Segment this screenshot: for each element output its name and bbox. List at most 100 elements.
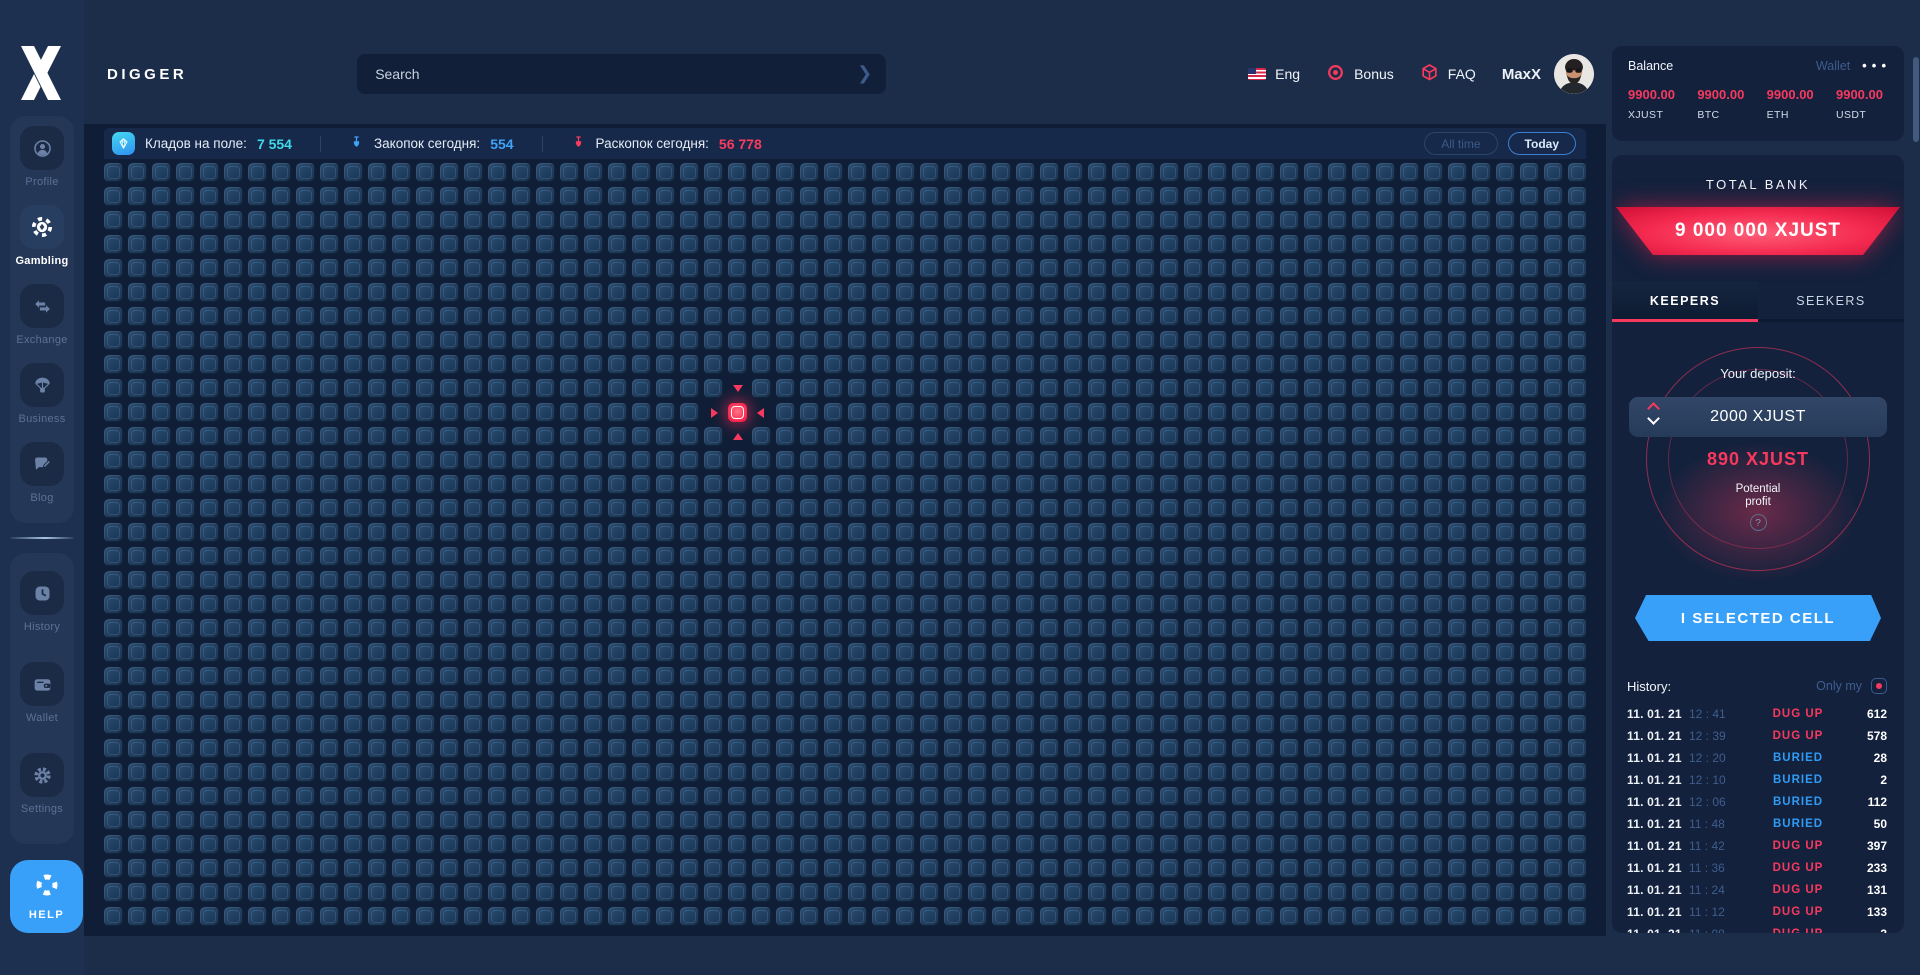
grid-cell[interactable] — [1088, 883, 1107, 902]
grid-cell[interactable] — [152, 499, 171, 518]
grid-cell[interactable] — [512, 451, 531, 470]
faq-link[interactable]: FAQ — [1420, 63, 1476, 85]
grid-cell[interactable] — [416, 499, 435, 518]
grid-cell[interactable] — [1040, 259, 1059, 278]
grid-cell[interactable] — [272, 811, 291, 830]
grid-cell[interactable] — [944, 259, 963, 278]
grid-cell[interactable] — [800, 259, 819, 278]
grid-cell[interactable] — [776, 403, 795, 422]
grid-cell[interactable] — [416, 787, 435, 806]
grid-cell[interactable] — [320, 811, 339, 830]
grid-cell[interactable] — [752, 499, 771, 518]
grid-cell[interactable] — [872, 163, 891, 182]
grid-cell[interactable] — [392, 235, 411, 254]
grid-cell[interactable] — [344, 451, 363, 470]
grid-cell[interactable] — [1016, 835, 1035, 854]
grid-cell[interactable] — [1184, 835, 1203, 854]
grid-cell[interactable] — [392, 595, 411, 614]
grid-cell[interactable] — [1040, 235, 1059, 254]
grid-cell[interactable] — [1376, 451, 1395, 470]
grid-cell[interactable] — [1040, 283, 1059, 302]
grid-cell[interactable] — [368, 787, 387, 806]
grid-cell[interactable] — [272, 739, 291, 758]
grid-cell[interactable] — [464, 595, 483, 614]
grid-cell[interactable] — [632, 571, 651, 590]
grid-cell[interactable] — [1208, 811, 1227, 830]
grid-cell[interactable] — [1424, 811, 1443, 830]
grid-cell[interactable] — [1400, 859, 1419, 878]
grid-cell[interactable] — [728, 763, 747, 782]
grid-cell[interactable] — [824, 883, 843, 902]
grid-cell[interactable] — [776, 763, 795, 782]
grid-cell[interactable] — [968, 667, 987, 686]
grid-cell[interactable] — [368, 643, 387, 662]
grid-cell[interactable] — [320, 739, 339, 758]
grid-cell[interactable] — [200, 499, 219, 518]
grid-cell[interactable] — [176, 907, 195, 926]
grid-cell[interactable] — [1184, 235, 1203, 254]
grid-cell[interactable] — [392, 475, 411, 494]
grid-cell[interactable] — [1376, 595, 1395, 614]
grid-cell[interactable] — [920, 499, 939, 518]
grid-cell[interactable] — [824, 595, 843, 614]
grid-cell[interactable] — [1304, 691, 1323, 710]
grid-cell[interactable] — [1160, 211, 1179, 230]
grid-cell[interactable] — [1400, 259, 1419, 278]
grid-cell[interactable] — [944, 883, 963, 902]
grid-cell[interactable] — [656, 547, 675, 566]
grid-cell[interactable] — [752, 379, 771, 398]
grid-cell[interactable] — [1232, 307, 1251, 326]
grid-cell[interactable] — [1472, 331, 1491, 350]
grid-cell[interactable] — [896, 715, 915, 734]
grid-cell[interactable] — [584, 667, 603, 686]
grid-cell[interactable] — [800, 571, 819, 590]
grid-cell[interactable] — [272, 595, 291, 614]
grid-cell[interactable] — [296, 667, 315, 686]
grid-cell[interactable] — [896, 595, 915, 614]
grid-cell[interactable] — [392, 355, 411, 374]
grid-cell[interactable] — [896, 499, 915, 518]
grid-cell[interactable] — [512, 523, 531, 542]
grid-cell[interactable] — [800, 451, 819, 470]
grid-cell[interactable] — [752, 547, 771, 566]
grid-cell[interactable] — [1496, 379, 1515, 398]
grid-cell[interactable] — [1496, 451, 1515, 470]
grid-cell[interactable] — [1184, 547, 1203, 566]
grid-cell[interactable] — [536, 307, 555, 326]
grid-cell[interactable] — [464, 211, 483, 230]
grid-cell[interactable] — [128, 763, 147, 782]
grid-cell[interactable] — [440, 859, 459, 878]
grid-cell[interactable] — [320, 547, 339, 566]
grid-cell[interactable] — [368, 907, 387, 926]
grid-cell[interactable] — [800, 307, 819, 326]
grid-cell[interactable] — [248, 163, 267, 182]
grid-cell[interactable] — [632, 307, 651, 326]
grid-cell[interactable] — [920, 283, 939, 302]
grid-cell[interactable] — [320, 619, 339, 638]
grid-cell[interactable] — [1424, 259, 1443, 278]
grid-cell[interactable] — [536, 475, 555, 494]
grid-cell[interactable] — [1328, 427, 1347, 446]
grid-cell[interactable] — [176, 475, 195, 494]
grid-cell[interactable] — [608, 163, 627, 182]
grid-cell[interactable] — [1448, 187, 1467, 206]
grid-cell[interactable] — [1280, 355, 1299, 374]
grid-cell[interactable] — [824, 667, 843, 686]
grid-cell[interactable] — [1496, 787, 1515, 806]
sidebar-item-exchange[interactable]: Exchange — [10, 284, 74, 346]
grid-cell[interactable] — [1184, 499, 1203, 518]
grid-cell[interactable] — [248, 331, 267, 350]
grid-cell[interactable] — [1352, 307, 1371, 326]
grid-cell[interactable] — [656, 811, 675, 830]
grid-cell[interactable] — [512, 235, 531, 254]
sidebar-item-history[interactable]: History — [10, 571, 74, 633]
grid-cell[interactable] — [704, 595, 723, 614]
grid-cell[interactable] — [464, 163, 483, 182]
grid-cell[interactable] — [1016, 883, 1035, 902]
user-avatar[interactable] — [1554, 54, 1594, 94]
grid-cell[interactable] — [1136, 331, 1155, 350]
grid-cell[interactable] — [944, 451, 963, 470]
grid-cell[interactable] — [1208, 883, 1227, 902]
grid-cell[interactable] — [1448, 283, 1467, 302]
grid-cell[interactable] — [944, 859, 963, 878]
